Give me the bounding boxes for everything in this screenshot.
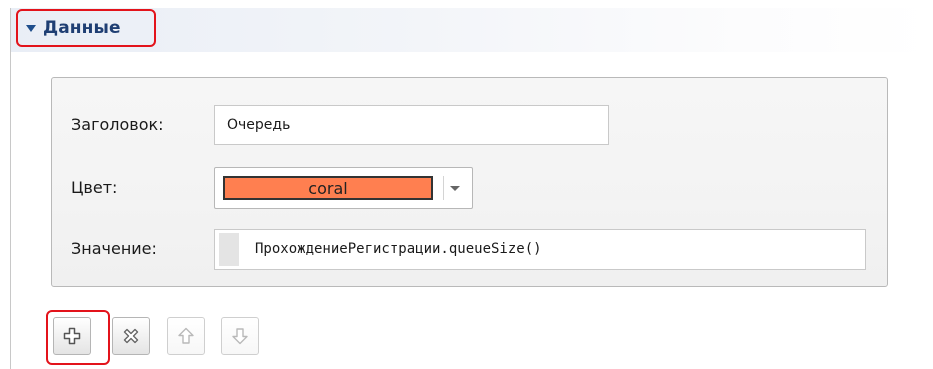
move-down-button[interactable] [221,317,259,355]
value-label: Значение: [71,239,157,258]
value-field-gutter [219,233,239,266]
move-down-icon [232,328,248,345]
page: Данные Заголовок: Цвет: coral Значение: … [0,0,933,369]
value-expression-field[interactable]: ПрохождениеРегистрации.queueSize() [214,229,866,270]
color-swatch: coral [223,176,433,200]
add-button[interactable] [53,317,91,355]
move-up-button[interactable] [167,317,205,355]
color-label: Цвет: [71,178,118,197]
section-title: Данные [43,18,121,38]
title-input[interactable] [214,105,609,145]
delete-button[interactable] [112,317,150,355]
delete-icon [123,328,139,344]
dropdown-arrow-icon[interactable] [443,176,466,200]
color-value: coral [308,178,348,198]
triangle-down-icon [26,25,36,32]
section-toggle-data[interactable]: Данные [16,9,156,47]
left-divider [10,8,11,369]
color-select[interactable]: coral [214,167,473,209]
value-expression-text: ПрохождениеРегистрации.queueSize() [255,241,542,257]
add-icon [63,327,81,345]
title-label: Заголовок: [71,115,164,134]
move-up-icon [178,327,194,344]
